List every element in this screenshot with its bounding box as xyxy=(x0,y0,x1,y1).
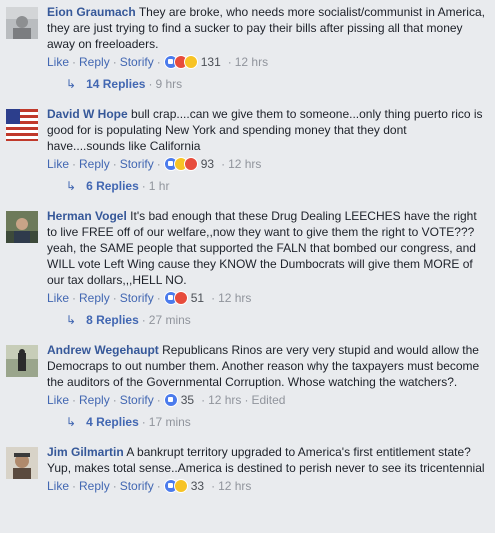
comment-text: Herman Vogel It's bad enough that these … xyxy=(47,208,487,288)
comment-text: Jim Gilmartin A bankrupt territory upgra… xyxy=(47,444,487,476)
replies-time: 27 mins xyxy=(148,313,191,327)
replies-count[interactable]: 4 Replies xyxy=(86,414,139,430)
comment-feed: Eion Graumach They are broke, who needs … xyxy=(0,0,495,494)
reaction-count: 93 xyxy=(200,157,215,171)
view-replies[interactable]: ↳ 4 Replies · 17 mins xyxy=(0,414,495,430)
reactions[interactable]: 51 xyxy=(163,290,205,306)
reply-arrow-icon: ↳ xyxy=(66,77,77,91)
storify-link[interactable]: Storify xyxy=(120,392,154,408)
reactions[interactable]: 93 xyxy=(163,156,215,172)
comment-actions: Like · Reply · Storify · 131 · 12 hrs xyxy=(47,54,269,70)
view-replies[interactable]: ↳ 8 Replies · 27 mins xyxy=(0,312,495,328)
storify-link[interactable]: Storify xyxy=(120,478,154,494)
replies-count[interactable]: 14 Replies xyxy=(86,76,145,92)
reactions[interactable]: 33 xyxy=(163,478,205,494)
author-name[interactable]: Eion Graumach xyxy=(47,5,136,19)
replies-time: 9 hrs xyxy=(155,77,183,91)
like-link[interactable]: Like xyxy=(47,290,69,306)
comment-text: Eion Graumach They are broke, who needs … xyxy=(47,4,487,52)
like-link[interactable]: Like xyxy=(47,54,69,70)
edited-label[interactable]: Edited xyxy=(251,392,285,408)
reaction-count: 33 xyxy=(190,479,205,493)
comment-actions: Like · Reply · Storify · 51 · 12 hrs xyxy=(47,290,252,306)
storify-link[interactable]: Storify xyxy=(120,156,154,172)
comment: Herman Vogel It's bad enough that these … xyxy=(0,208,495,328)
timestamp[interactable]: 12 hrs xyxy=(218,478,251,494)
reply-link[interactable]: Reply xyxy=(79,392,110,408)
like-link[interactable]: Like xyxy=(47,392,69,408)
comment: Andrew Wegehaupt Republicans Rinos are v… xyxy=(0,342,495,430)
comment: Jim Gilmartin A bankrupt territory upgra… xyxy=(0,444,495,494)
timestamp[interactable]: 12 hrs xyxy=(228,156,261,172)
reply-link[interactable]: Reply xyxy=(79,290,110,306)
comment-body: Jim Gilmartin A bankrupt territory upgra… xyxy=(0,444,495,494)
reactions[interactable]: 35 xyxy=(163,392,195,408)
like-link[interactable]: Like xyxy=(47,156,69,172)
author-name[interactable]: Andrew Wegehaupt xyxy=(47,343,159,357)
avatar[interactable] xyxy=(6,345,38,377)
like-reaction-icon xyxy=(163,393,178,407)
haha-reaction-icon xyxy=(183,55,198,69)
comment-text: Andrew Wegehaupt Republicans Rinos are v… xyxy=(47,342,487,390)
view-replies[interactable]: ↳ 14 Replies · 9 hrs xyxy=(0,76,495,92)
comment: David W Hope bull crap....can we give th… xyxy=(0,106,495,194)
reply-arrow-icon: ↳ xyxy=(66,313,77,327)
avatar[interactable] xyxy=(6,447,38,479)
author-name[interactable]: Herman Vogel xyxy=(47,209,127,223)
replies-count[interactable]: 6 Replies xyxy=(86,178,139,194)
reaction-count: 35 xyxy=(180,393,195,407)
sad-reaction-icon xyxy=(173,479,188,493)
comment: Eion Graumach They are broke, who needs … xyxy=(0,4,495,92)
reaction-count: 51 xyxy=(190,291,205,305)
author-name[interactable]: Jim Gilmartin xyxy=(47,445,124,459)
angry-reaction-icon xyxy=(183,157,198,171)
replies-time: 17 mins xyxy=(148,415,191,429)
like-link[interactable]: Like xyxy=(47,478,69,494)
avatar[interactable] xyxy=(6,211,38,243)
view-replies[interactable]: ↳ 6 Replies · 1 hr xyxy=(0,178,495,194)
comment-body: Eion Graumach They are broke, who needs … xyxy=(0,4,495,70)
reply-link[interactable]: Reply xyxy=(79,478,110,494)
storify-link[interactable]: Storify xyxy=(120,54,154,70)
comment-body: Andrew Wegehaupt Republicans Rinos are v… xyxy=(0,342,495,408)
comment-actions: Like · Reply · Storify · 93 · 12 hrs xyxy=(47,156,262,172)
reply-link[interactable]: Reply xyxy=(79,156,110,172)
reply-link[interactable]: Reply xyxy=(79,54,110,70)
comment-actions: Like · Reply · Storify · 33 · 12 hrs xyxy=(47,478,252,494)
timestamp[interactable]: 12 hrs xyxy=(208,392,241,408)
timestamp[interactable]: 12 hrs xyxy=(235,54,268,70)
comment-text: David W Hope bull crap....can we give th… xyxy=(47,106,487,154)
author-name[interactable]: David W Hope xyxy=(47,107,128,121)
comment-actions: Like · Reply · Storify · 35 · 12 hrs · Edite… xyxy=(47,392,286,408)
angry-reaction-icon xyxy=(173,291,188,305)
reply-arrow-icon: ↳ xyxy=(66,415,77,429)
timestamp[interactable]: 12 hrs xyxy=(218,290,251,306)
comment-body: David W Hope bull crap....can we give th… xyxy=(0,106,495,172)
reaction-count: 131 xyxy=(200,55,221,69)
reactions[interactable]: 131 xyxy=(163,54,221,70)
replies-time: 1 hr xyxy=(148,179,170,193)
avatar[interactable] xyxy=(6,7,38,39)
storify-link[interactable]: Storify xyxy=(120,290,154,306)
comment-body: Herman Vogel It's bad enough that these … xyxy=(0,208,495,306)
replies-count[interactable]: 8 Replies xyxy=(86,312,139,328)
avatar[interactable] xyxy=(6,109,38,141)
reply-arrow-icon: ↳ xyxy=(66,179,77,193)
